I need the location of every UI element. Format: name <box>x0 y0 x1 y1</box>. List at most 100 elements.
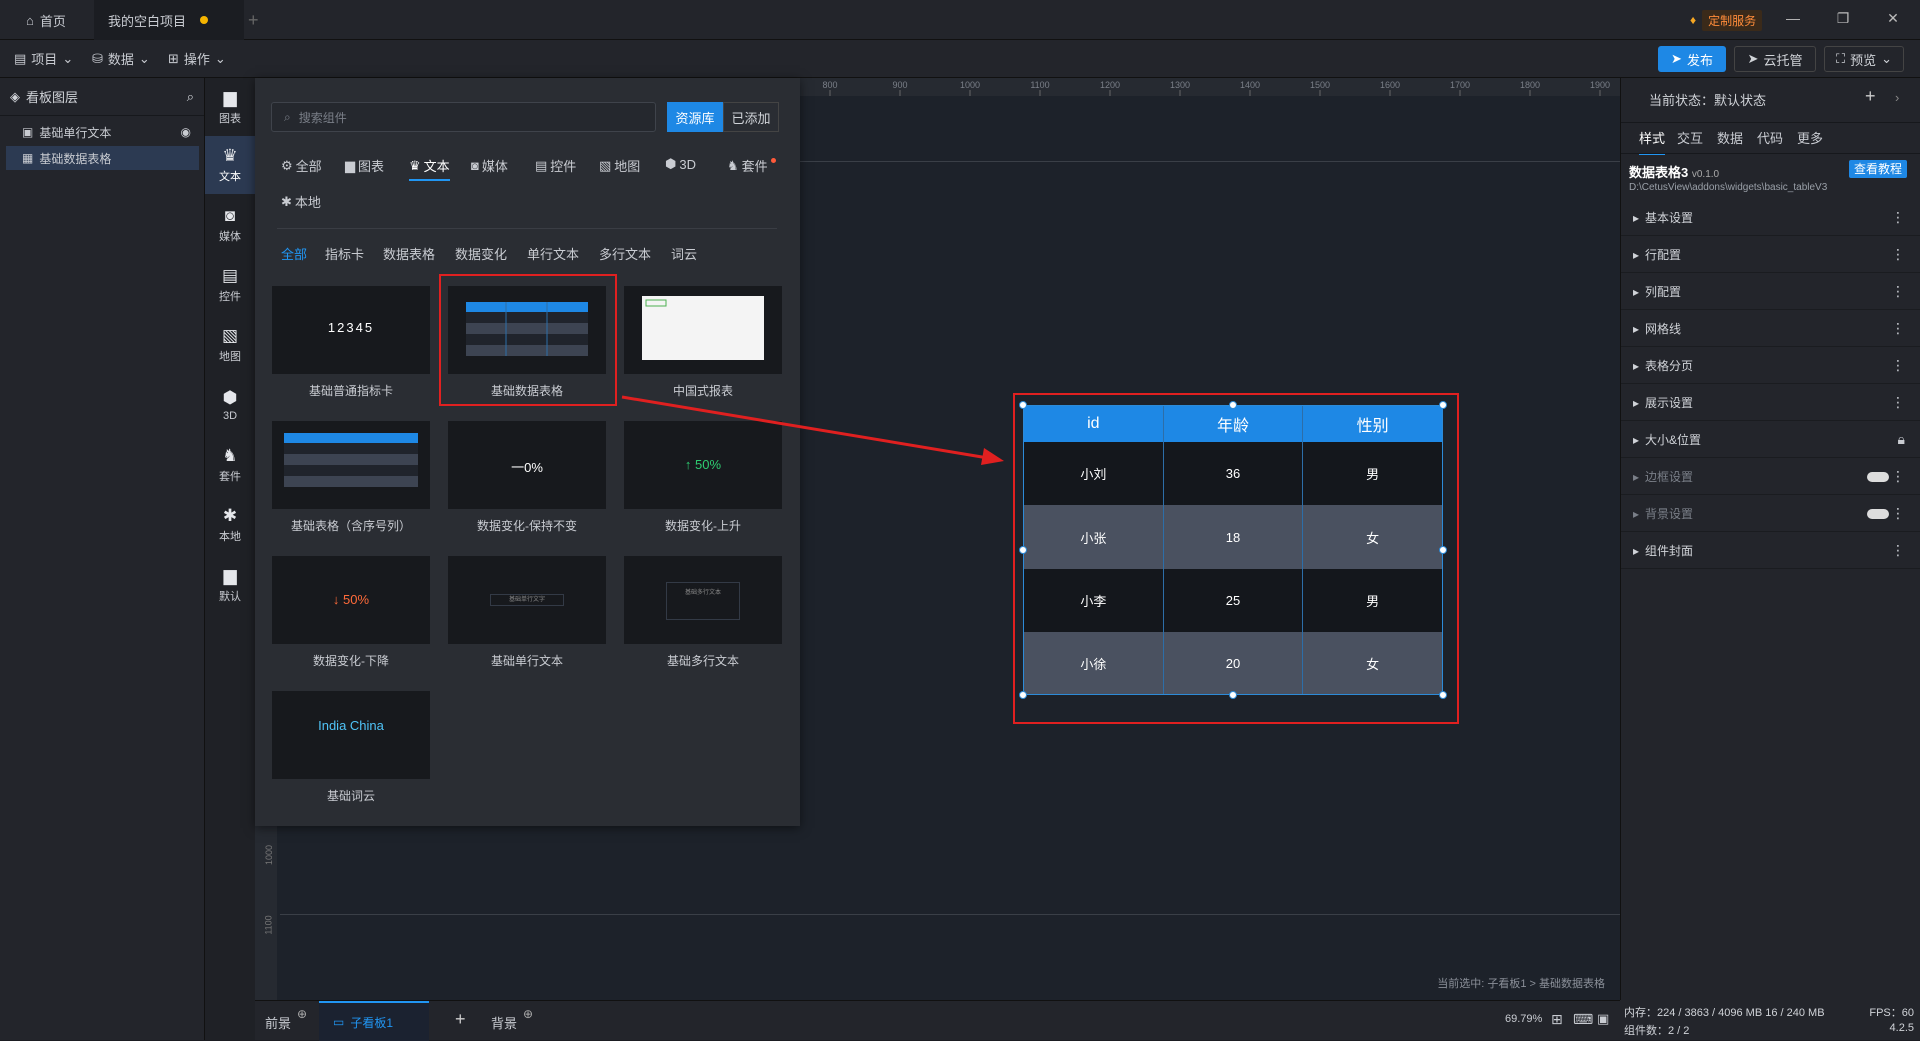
foreground-tab[interactable]: 前景 <box>265 1013 291 1032</box>
menu-project[interactable]: ▤ 项目 ⌄ <box>14 49 73 68</box>
section-cover[interactable]: ▸ 组件封面 ⋮ <box>1621 533 1920 569</box>
tab-style[interactable]: 样式 <box>1639 128 1666 155</box>
fit-screen-icon[interactable]: ⊞ <box>1551 1011 1563 1028</box>
toggle-switch[interactable] <box>1867 508 1889 519</box>
table-widget[interactable]: id 年龄 性别 小刘 36 男 小张 18 女 小李 25 男 小徐 20 女 <box>1013 393 1459 724</box>
section-display[interactable]: ▸ 展示设置 ⋮ <box>1621 385 1920 421</box>
component-card[interactable]: ↓ 50% <box>272 556 430 644</box>
category-media[interactable]: ◙ 媒体 <box>471 156 508 175</box>
publish-button[interactable]: ➤ 发布 <box>1658 46 1726 72</box>
resize-handle[interactable] <box>1229 401 1237 409</box>
resize-handle[interactable] <box>1229 691 1237 699</box>
subboard-tab[interactable]: ▭ 子看板1 <box>319 1001 429 1041</box>
category-local[interactable]: ✱ 本地 <box>281 192 321 211</box>
more-icon[interactable]: ⋮ <box>1891 209 1905 226</box>
category-map[interactable]: ▧ 地图 <box>599 156 640 175</box>
component-card[interactable]: 一0% <box>448 421 606 509</box>
category-media[interactable]: ◙ 媒体 <box>205 196 255 254</box>
section-size-position[interactable]: ▸ 大小&位置 🔒︎ <box>1621 422 1920 458</box>
more-icon[interactable]: ⋮ <box>1891 542 1905 559</box>
subcategory-table[interactable]: 数据表格 <box>383 244 435 263</box>
new-tab-button[interactable]: + <box>248 10 259 31</box>
tab-code[interactable]: 代码 <box>1757 128 1783 147</box>
more-icon[interactable]: ⋮ <box>1891 283 1905 300</box>
tab-data[interactable]: 数据 <box>1717 128 1743 147</box>
category-text[interactable]: ♛ 文本 <box>409 156 450 181</box>
section-column[interactable]: ▸ 列配置 ⋮ <box>1621 274 1920 310</box>
section-gridline[interactable]: ▸ 网格线 ⋮ <box>1621 311 1920 347</box>
custom-service-button[interactable]: ♦ 定制服务 <box>1682 9 1770 31</box>
chevron-right-icon[interactable]: › <box>1895 90 1899 105</box>
section-border[interactable]: ▸ 边框设置 ⋮ <box>1621 459 1920 495</box>
cloud-host-button[interactable]: ➤ 云托管 <box>1734 46 1816 72</box>
data-table[interactable]: id 年龄 性别 小刘 36 男 小张 18 女 小李 25 男 小徐 20 女 <box>1023 405 1443 695</box>
category-chart[interactable]: ▆ 图表 <box>345 156 384 175</box>
subcategory-multi-text[interactable]: 多行文本 <box>599 244 651 263</box>
category-map[interactable]: ▧ 地图 <box>205 316 255 374</box>
menu-operate[interactable]: ⊞ 操作 ⌄ <box>168 49 226 68</box>
category-3d[interactable]: ⬢ 3D <box>665 156 696 172</box>
category-text[interactable]: ♛ 文本 <box>205 136 255 194</box>
search-icon[interactable]: ⌕ <box>187 89 194 105</box>
tab-more[interactable]: 更多 <box>1797 128 1823 147</box>
layer-item-selected[interactable]: ▦ 基础数据表格 <box>6 146 199 170</box>
category-default[interactable]: ▆ 默认 <box>205 556 255 614</box>
subcategory-kpi[interactable]: 指标卡 <box>325 244 364 263</box>
category-3d[interactable]: ⬢ 3D <box>205 376 255 434</box>
category-all[interactable]: ⚙ 全部 <box>281 156 322 175</box>
component-card-selected[interactable] <box>448 286 606 374</box>
resize-handle[interactable] <box>1019 401 1027 409</box>
toggle-switch[interactable] <box>1867 471 1889 482</box>
subcategory-change[interactable]: 数据变化 <box>455 244 507 263</box>
category-kit[interactable]: ♞ 套件 <box>205 436 255 494</box>
component-card[interactable]: 基础多行文本 <box>624 556 782 644</box>
more-icon[interactable]: ⋮ <box>1891 320 1905 337</box>
tab-home[interactable]: ⌂ 首页 <box>12 0 92 40</box>
terminal-icon[interactable]: ▣ <box>1597 1011 1609 1027</box>
subcategory-single-text[interactable]: 单行文本 <box>527 244 579 263</box>
eye-off-icon[interactable]: ◉ <box>181 125 191 139</box>
subcategory-wordcloud[interactable]: 词云 <box>671 244 697 263</box>
category-chart[interactable]: ▆ 图表 <box>205 78 255 136</box>
layer-item[interactable]: ▣ 基础单行文本 ◉ <box>6 120 199 144</box>
more-icon[interactable]: ⋮ <box>1891 246 1905 263</box>
category-control[interactable]: ▤ 控件 <box>205 256 255 314</box>
category-kit[interactable]: ♞ 套件 <box>727 156 776 175</box>
section-row[interactable]: ▸ 行配置 ⋮ <box>1621 237 1920 273</box>
minimize-button[interactable]: — <box>1778 10 1808 26</box>
section-background[interactable]: ▸ 背景设置 ⋮ <box>1621 496 1920 532</box>
lock-icon[interactable]: 🔒︎ <box>1898 431 1905 448</box>
tab-interaction[interactable]: 交互 <box>1677 128 1703 147</box>
search-input[interactable]: ⌕ 搜索组件 <box>271 102 656 132</box>
add-state-button[interactable]: + <box>1865 86 1876 107</box>
close-button[interactable]: ✕ <box>1878 10 1908 27</box>
more-icon[interactable]: ⋮ <box>1891 468 1905 485</box>
menu-data[interactable]: ⛁ 数据 ⌄ <box>92 49 150 68</box>
section-basic[interactable]: ▸ 基本设置 ⋮ <box>1621 200 1920 236</box>
component-card[interactable]: 基础单行文字 <box>448 556 606 644</box>
tab-library[interactable]: 资源库 <box>667 102 723 132</box>
resize-handle[interactable] <box>1019 691 1027 699</box>
add-circle-icon[interactable]: ⊕ <box>523 1007 533 1021</box>
tutorial-button[interactable]: 查看教程 <box>1849 160 1907 178</box>
tab-project[interactable]: 我的空白项目 <box>94 0 244 40</box>
more-icon[interactable]: ⋮ <box>1891 394 1905 411</box>
add-subboard-button[interactable]: + <box>455 1009 466 1030</box>
keyboard-icon[interactable]: ⌨ <box>1573 1011 1593 1028</box>
component-card[interactable]: India China <box>272 691 430 779</box>
component-card[interactable] <box>624 286 782 374</box>
tab-added[interactable]: 已添加 <box>723 102 779 132</box>
background-tab[interactable]: 背景 <box>491 1013 517 1032</box>
preview-button[interactable]: ⛶ 预览 ⌄ <box>1824 46 1904 72</box>
resize-handle[interactable] <box>1019 546 1027 554</box>
more-icon[interactable]: ⋮ <box>1891 357 1905 374</box>
add-circle-icon[interactable]: ⊕ <box>297 1007 307 1021</box>
resize-handle[interactable] <box>1439 546 1447 554</box>
resize-handle[interactable] <box>1439 401 1447 409</box>
restore-button[interactable]: ❐ <box>1828 10 1858 27</box>
resize-handle[interactable] <box>1439 691 1447 699</box>
component-card[interactable] <box>272 421 430 509</box>
section-pagination[interactable]: ▸ 表格分页 ⋮ <box>1621 348 1920 384</box>
category-control[interactable]: ▤ 控件 <box>535 156 576 175</box>
subcategory-all[interactable]: 全部 <box>281 244 307 263</box>
